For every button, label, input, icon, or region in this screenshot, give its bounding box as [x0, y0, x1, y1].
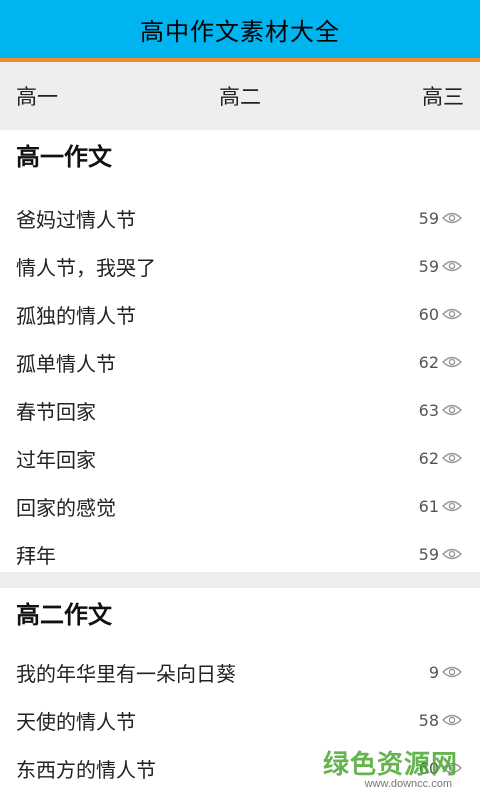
view-count: 61: [418, 496, 439, 516]
item-title: 东西方的情人节: [16, 757, 156, 782]
item-title: 拜年: [16, 543, 56, 568]
eye-icon: [442, 404, 462, 416]
list-item[interactable]: 拜年 59: [0, 530, 480, 578]
eye-icon: [442, 714, 462, 726]
tab-grade-2[interactable]: 高二: [219, 81, 261, 111]
view-count: 59: [418, 544, 439, 564]
eye-icon: [442, 500, 462, 512]
item-title: 情人节，我哭了: [16, 255, 156, 280]
view-count: 62: [418, 448, 439, 468]
item-title: 爸妈过情人节: [16, 207, 136, 232]
item-title: 回家的感觉: [16, 495, 116, 520]
view-count: 59: [418, 208, 439, 228]
eye-icon: [442, 548, 462, 560]
watermark-url: www.downcc.com: [364, 778, 452, 790]
list-item[interactable]: 过年回家 62: [0, 434, 480, 482]
list-item[interactable]: 孤独的情人节 60: [0, 290, 480, 338]
list-item[interactable]: 情人节，我哭了 59: [0, 242, 480, 290]
item-title: 过年回家: [16, 447, 96, 472]
section-divider: [0, 572, 480, 588]
list-item[interactable]: 春节回家 63: [0, 386, 480, 434]
view-count: 60: [418, 304, 439, 324]
view-count: 62: [418, 352, 439, 372]
section-grade-1: 高一作文 爸妈过情人节 59 情人节，我哭了 59 孤独的情人节 60 孤单情人…: [0, 130, 480, 578]
item-title: 孤独的情人节: [16, 303, 136, 328]
eye-icon: [442, 666, 462, 678]
watermark-logo: 绿色资源网: [322, 750, 458, 780]
tab-grade-3[interactable]: 高三: [422, 81, 464, 111]
app-title: 高中作文素材大全: [140, 17, 340, 46]
list-item[interactable]: 爸妈过情人节 59: [0, 194, 480, 242]
eye-icon: [442, 260, 462, 272]
list-item[interactable]: 孤单情人节 62: [0, 338, 480, 386]
view-count: 58: [418, 710, 439, 730]
list-item[interactable]: 天使的情人节 58: [0, 696, 480, 744]
eye-icon: [442, 212, 462, 224]
app-bar: 高中作文素材大全: [0, 0, 480, 58]
list-item[interactable]: 回家的感觉 61: [0, 482, 480, 530]
grade-tabs: 高一 高二 高三: [0, 62, 480, 130]
item-title: 天使的情人节: [16, 709, 136, 734]
section-title: 高二作文: [16, 601, 112, 629]
item-title: 孤单情人节: [16, 351, 116, 376]
eye-icon: [442, 452, 462, 464]
tab-grade-1[interactable]: 高一: [16, 81, 58, 111]
list-item[interactable]: 我的年华里有一朵向日葵 9: [0, 648, 480, 696]
view-count: 63: [418, 400, 439, 420]
eye-icon: [442, 356, 462, 368]
view-count: 59: [418, 256, 439, 276]
item-title: 我的年华里有一朵向日葵: [16, 661, 236, 686]
item-title: 春节回家: [16, 399, 96, 424]
section-title: 高一作文: [16, 143, 112, 171]
eye-icon: [442, 308, 462, 320]
view-count: 9: [428, 662, 439, 682]
